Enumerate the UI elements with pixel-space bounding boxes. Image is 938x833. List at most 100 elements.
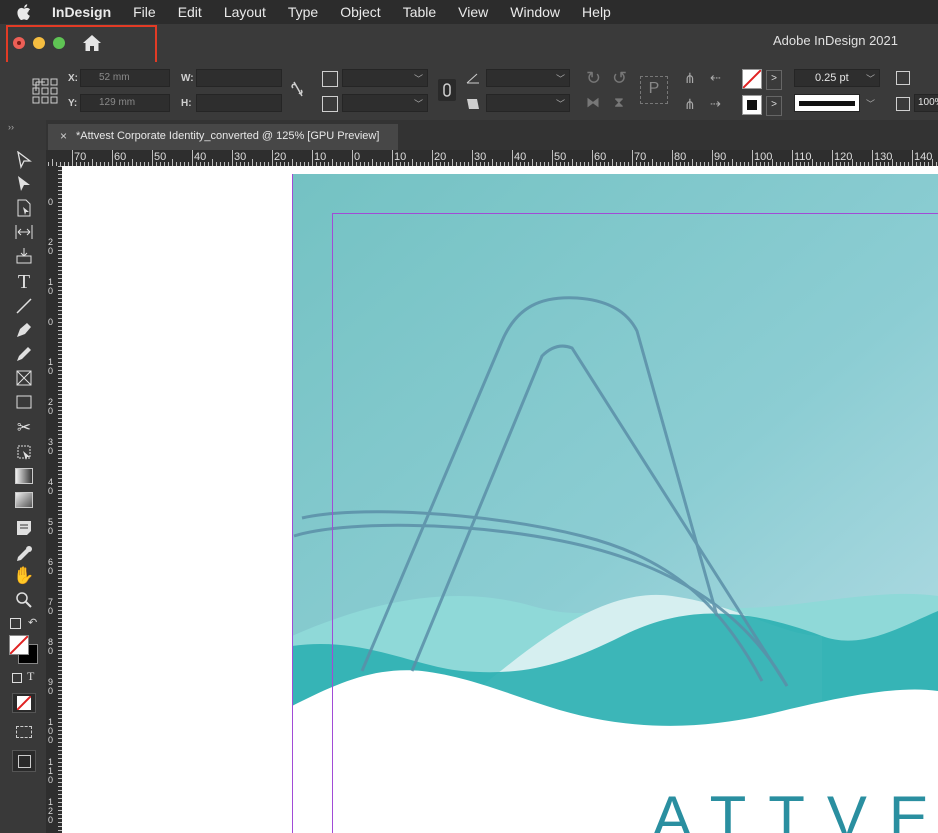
frame-fitting-icon[interactable] bbox=[896, 71, 910, 85]
gradient-swatch-tool-icon[interactable] bbox=[13, 466, 35, 486]
select-content-icon[interactable]: ⋔ bbox=[684, 96, 696, 113]
tools-panel-grip[interactable]: ›› bbox=[0, 120, 46, 150]
default-fill-stroke-icon[interactable] bbox=[10, 618, 21, 629]
stroke-menu-arrow[interactable]: > bbox=[766, 96, 782, 116]
rotate-cw-icon[interactable]: ↻ bbox=[586, 68, 601, 89]
select-container-icon[interactable]: ⋔ bbox=[684, 70, 696, 87]
gradient-feather-tool-icon[interactable] bbox=[13, 490, 35, 510]
ruler-label: 0 bbox=[48, 197, 54, 207]
fill-menu-arrow[interactable]: > bbox=[766, 70, 782, 90]
chevron-down-icon[interactable]: ﹀ bbox=[866, 72, 875, 85]
chevron-down-icon[interactable]: ﹀ bbox=[414, 97, 423, 110]
scale-x-icon bbox=[322, 71, 338, 87]
ruler-label: 5 0 bbox=[48, 517, 54, 536]
ruler-label: 20 bbox=[274, 151, 287, 163]
fill-none-swatch[interactable] bbox=[742, 69, 762, 89]
y-position-field[interactable]: 129 mm bbox=[80, 94, 170, 112]
flip-horizontal-icon[interactable]: ⧓ bbox=[586, 94, 600, 111]
pencil-tool-icon[interactable] bbox=[13, 344, 35, 364]
x-label: X: bbox=[68, 73, 78, 84]
ruler-label: 8 0 bbox=[48, 637, 54, 656]
eyedropper-tool-icon[interactable] bbox=[13, 544, 35, 564]
height-field[interactable] bbox=[196, 94, 282, 112]
ruler-label: 50 bbox=[154, 151, 167, 163]
ruler-label: 10 bbox=[394, 151, 407, 163]
ruler-label: 40 bbox=[194, 151, 207, 163]
menu-window[interactable]: Window bbox=[510, 4, 560, 20]
reference-point-icon[interactable] bbox=[32, 78, 58, 104]
ruler-label: 9 0 bbox=[48, 677, 54, 696]
ruler-label: 120 bbox=[834, 151, 853, 163]
ruler-label: 6 0 bbox=[48, 557, 54, 576]
page-tool-icon[interactable] bbox=[13, 198, 35, 218]
stroke-swatch[interactable] bbox=[742, 95, 762, 115]
menu-edit[interactable]: Edit bbox=[178, 4, 202, 20]
select-previous-icon[interactable]: ⇠ bbox=[710, 70, 721, 86]
gap-tool-icon[interactable] bbox=[13, 222, 35, 242]
ruler-label: 10 bbox=[314, 151, 327, 163]
width-field[interactable] bbox=[196, 69, 282, 87]
ruler-label: 30 bbox=[234, 151, 247, 163]
apple-icon[interactable] bbox=[17, 4, 35, 20]
scale-y-icon bbox=[322, 96, 338, 112]
zoom-tool-icon[interactable] bbox=[13, 590, 35, 610]
pen-tool-icon[interactable] bbox=[13, 320, 35, 340]
page-artwork[interactable]: ATTVE bbox=[62, 166, 938, 833]
ruler-label: 130 bbox=[874, 151, 893, 163]
constrain-proportions-icon[interactable] bbox=[290, 80, 306, 101]
selection-tool-icon[interactable] bbox=[13, 150, 35, 170]
ruler-label: 60 bbox=[114, 151, 127, 163]
direct-selection-tool-icon[interactable] bbox=[13, 174, 35, 194]
ruler-label: 50 bbox=[554, 151, 567, 163]
scissors-tool-icon[interactable]: ✂ bbox=[13, 418, 35, 438]
formatting-text-icon[interactable]: T bbox=[27, 669, 34, 684]
swap-fill-stroke-icon[interactable]: ↶ bbox=[28, 616, 37, 629]
screen-mode-button[interactable] bbox=[12, 750, 36, 772]
opacity-field[interactable]: 100% bbox=[914, 94, 938, 112]
w-label: W: bbox=[181, 73, 194, 84]
menu-layout[interactable]: Layout bbox=[224, 4, 266, 20]
chevron-down-icon[interactable]: ﹀ bbox=[556, 72, 565, 85]
menu-app-indesign[interactable]: InDesign bbox=[52, 4, 111, 20]
ruler-label: 0 bbox=[48, 317, 54, 327]
opacity-icon bbox=[896, 97, 910, 111]
apply-none-button[interactable] bbox=[12, 693, 36, 713]
menu-file[interactable]: File bbox=[133, 4, 156, 20]
x-position-field[interactable]: 52 mm bbox=[80, 69, 170, 87]
select-next-icon[interactable]: ⇢ bbox=[710, 96, 721, 112]
free-transform-tool-icon[interactable] bbox=[13, 442, 35, 462]
ruler-label: 1 1 0 bbox=[48, 757, 54, 785]
ruler-label: 2 0 bbox=[48, 397, 54, 416]
menu-view[interactable]: View bbox=[458, 4, 488, 20]
formatting-container-icon[interactable] bbox=[12, 673, 22, 683]
stroke-type-dropdown[interactable] bbox=[794, 94, 860, 112]
collapse-icon[interactable]: ›› bbox=[8, 122, 14, 132]
menu-table[interactable]: Table bbox=[403, 4, 436, 20]
content-collector-icon[interactable] bbox=[13, 246, 35, 266]
ruler-label: 140 bbox=[914, 151, 933, 163]
hand-tool-icon[interactable]: ✋ bbox=[13, 566, 35, 586]
flip-vertical-icon[interactable]: ⧗ bbox=[614, 94, 624, 111]
rectangle-tool-icon[interactable] bbox=[13, 392, 35, 412]
chevron-down-icon[interactable]: ﹀ bbox=[414, 72, 423, 85]
rotate-ccw-icon[interactable]: ↺ bbox=[612, 68, 627, 89]
chevron-down-icon[interactable]: ﹀ bbox=[556, 97, 565, 110]
chevron-down-icon[interactable]: ﹀ bbox=[866, 97, 875, 110]
type-tool-icon[interactable]: T bbox=[13, 271, 35, 293]
menu-help[interactable]: Help bbox=[582, 4, 611, 20]
fill-color-box[interactable] bbox=[9, 635, 29, 655]
line-tool-icon[interactable] bbox=[13, 296, 35, 316]
rectangle-frame-tool-icon[interactable] bbox=[13, 368, 35, 388]
link-scale-icon[interactable] bbox=[438, 79, 456, 101]
note-tool-icon[interactable] bbox=[13, 518, 35, 538]
close-tab-icon[interactable]: × bbox=[60, 124, 67, 148]
paragraph-direction-icon[interactable]: P bbox=[640, 76, 668, 104]
view-mode-icon[interactable] bbox=[16, 726, 32, 738]
document-canvas[interactable]: ATTVE bbox=[62, 166, 938, 833]
document-tab[interactable]: × *Attvest Corporate Identity_converted … bbox=[48, 124, 398, 150]
menu-object[interactable]: Object bbox=[340, 4, 380, 20]
ruler-label: 4 0 bbox=[48, 477, 54, 496]
h-label: H: bbox=[181, 98, 192, 109]
menu-type[interactable]: Type bbox=[288, 4, 318, 20]
ruler-label: 3 0 bbox=[48, 437, 54, 456]
